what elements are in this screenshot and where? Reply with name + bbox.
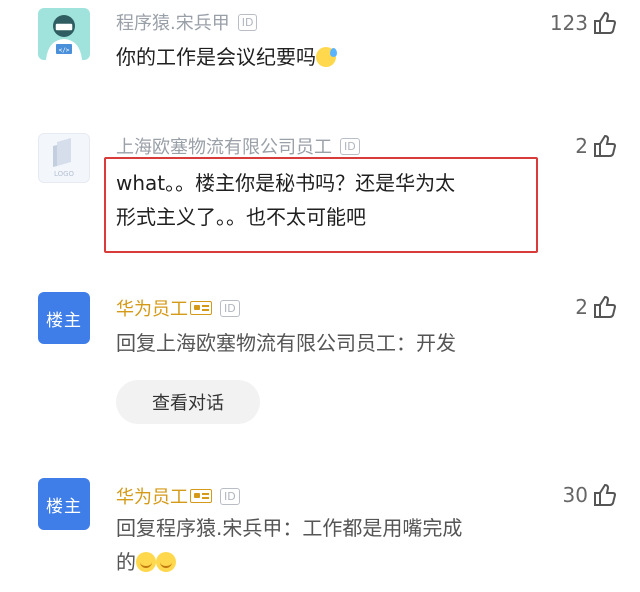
like-count: 2 [575, 134, 588, 158]
like-count: 123 [549, 11, 588, 35]
smile-emoji-icon [136, 552, 156, 572]
like-count: 2 [575, 295, 588, 319]
host-badge: 楼主 [46, 310, 82, 331]
author-name[interactable]: 华为员工 [116, 483, 188, 509]
sweat-emoji-icon [316, 47, 337, 67]
id-badge-icon: ID [220, 487, 240, 505]
view-conversation-button[interactable]: 查看对话 [116, 380, 260, 424]
avatar[interactable]: </> [38, 8, 90, 60]
comment-author[interactable]: 华为员工 ID [116, 483, 240, 509]
svg-text:LOGO: LOGO [54, 170, 75, 178]
like-button[interactable]: 2 [575, 133, 618, 159]
avatar[interactable]: 楼主 [38, 478, 90, 530]
avatar[interactable]: 楼主 [38, 292, 90, 344]
thumbs-up-icon [594, 295, 617, 318]
author-name[interactable]: 上海欧塞物流有限公司员工 [116, 133, 332, 159]
like-button[interactable]: 2 [575, 294, 618, 320]
comment-author[interactable]: 华为员工 ID [116, 295, 240, 321]
comment-text: 回复上海欧塞物流有限公司员工：开发 [116, 331, 456, 355]
thumbs-up-icon [594, 134, 617, 157]
like-count: 30 [562, 483, 588, 507]
comment-author[interactable]: 上海欧塞物流有限公司员工 ID [116, 133, 360, 159]
host-badge: 楼主 [46, 496, 82, 517]
smile-emoji-icon [156, 552, 176, 572]
thumbs-up-icon [594, 483, 617, 506]
author-name[interactable]: 程序猿.宋兵甲 [116, 9, 230, 35]
author-name[interactable]: 华为员工 [116, 295, 188, 321]
id-badge-icon: ID [220, 299, 240, 317]
thumbs-up-icon [594, 11, 617, 34]
comment-author[interactable]: 程序猿.宋兵甲 ID [116, 9, 258, 35]
like-button[interactable]: 123 [550, 10, 618, 36]
like-button[interactable]: 30 [563, 482, 618, 508]
id-badge-icon: ID [237, 13, 258, 31]
comment-text: 回复程序猿.宋兵甲：工作都是用嘴完成 的 [116, 516, 463, 574]
developer-avatar-icon: </> [46, 15, 82, 60]
id-badge-icon: ID [340, 137, 360, 155]
avatar[interactable]: LOGO [38, 133, 90, 183]
logo-placeholder-icon: LOGO [53, 138, 75, 178]
employee-badge-icon [190, 301, 212, 315]
employee-badge-icon [190, 489, 212, 503]
comment-text: 你的工作是会议纪要吗 [116, 40, 337, 74]
svg-text:</>: </> [59, 47, 70, 54]
comment-text: what。。楼主你是秘书吗？还是华为太 形式主义了。。也不太可能吧 [116, 171, 456, 229]
